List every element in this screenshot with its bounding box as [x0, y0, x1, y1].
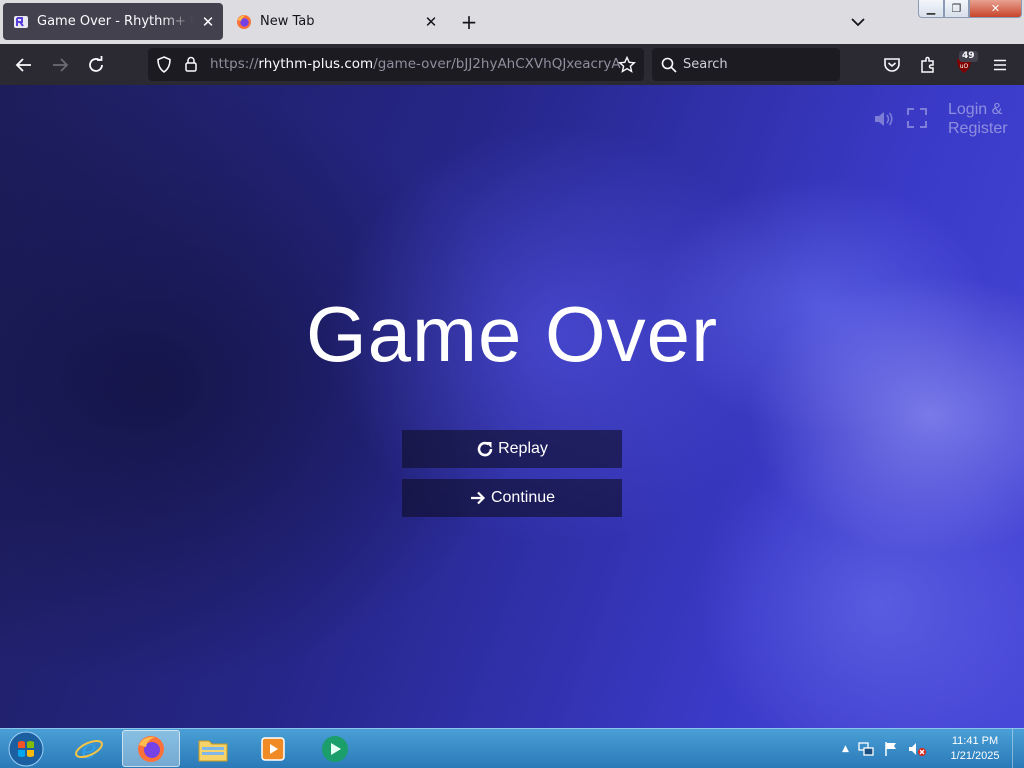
tab-game-over[interactable]: Game Over - Rhythm+ Music Game ✕ — [3, 3, 223, 40]
back-button[interactable] — [11, 52, 37, 78]
page-controls — [872, 107, 928, 131]
pocket-button[interactable] — [879, 52, 905, 78]
hamburger-menu-icon — [994, 59, 1006, 71]
taskbar-media-center[interactable] — [306, 730, 364, 767]
lock-icon[interactable] — [184, 56, 198, 72]
close-tab-icon[interactable]: ✕ — [199, 13, 217, 31]
windows-media-center-icon — [322, 735, 348, 762]
close-tab-icon[interactable]: ✕ — [422, 13, 440, 31]
taskbar-clock[interactable]: 11:41 PM 1/21/2025 — [940, 734, 1010, 764]
register-text: Register — [948, 120, 1008, 137]
url-text[interactable]: https://rhythm-plus.com/game-over/bJJ2hy… — [210, 56, 621, 72]
tab-title: Game Over - Rhythm+ Music Game — [37, 14, 193, 29]
taskbar: e ▲ 11:41 PM 1/21/2025 — [0, 728, 1024, 768]
fullscreen-icon[interactable] — [906, 107, 928, 129]
login-register-link[interactable]: Login & Register — [948, 100, 1008, 138]
svg-text:uO: uO — [960, 63, 969, 70]
windows-start-icon[interactable] — [6, 730, 46, 768]
continue-button[interactable]: Continue — [402, 479, 622, 517]
bookmark-star-icon[interactable] — [618, 56, 636, 74]
menu-button[interactable] — [987, 52, 1013, 78]
internet-explorer-icon: e — [75, 735, 103, 764]
tab-title: New Tab — [260, 14, 315, 29]
firefox-icon — [138, 735, 164, 762]
maximize-button[interactable]: ❐ — [944, 0, 969, 18]
action-center-flag-icon[interactable] — [883, 740, 899, 758]
folder-icon — [198, 740, 228, 761]
minimize-button[interactable]: ▁ — [918, 0, 944, 18]
network-icon[interactable] — [857, 740, 875, 758]
replay-label: Replay — [498, 440, 548, 457]
tab-strip: Game Over - Rhythm+ Music Game ✕ New Tab… — [0, 0, 1024, 44]
svg-text:e: e — [81, 735, 96, 764]
volume-muted-icon[interactable] — [907, 740, 927, 758]
rhythm-plus-favicon-icon — [14, 15, 28, 28]
replay-button[interactable]: Replay — [402, 430, 622, 468]
search-bar[interactable]: Search — [652, 48, 840, 81]
arrow-right-icon — [53, 58, 69, 72]
continue-label: Continue — [490, 489, 556, 506]
show-hidden-icons-icon[interactable]: ▲ — [842, 744, 849, 754]
firefox-icon — [237, 14, 251, 29]
system-tray: ▲ — [842, 729, 927, 768]
media-player-icon — [261, 736, 285, 761]
page-title: Game Over — [305, 290, 719, 378]
tab-new-tab[interactable]: New Tab ✕ — [226, 3, 446, 40]
nav-bar: https://rhythm-plus.com/game-over/bJJ2hy… — [0, 44, 1024, 85]
taskbar-file-explorer[interactable] — [184, 730, 242, 767]
game-over-page: Login & Register Game Over Replay Contin… — [0, 85, 1024, 728]
pocket-icon — [884, 58, 900, 72]
volume-icon[interactable] — [872, 107, 896, 131]
url-bar[interactable]: https://rhythm-plus.com/game-over/bJJ2hy… — [148, 48, 644, 81]
url-scheme: https:// — [210, 56, 259, 72]
show-desktop-button[interactable] — [1012, 729, 1024, 768]
taskbar-firefox[interactable] — [122, 730, 180, 767]
clock-date: 1/21/2025 — [950, 750, 1000, 762]
search-placeholder: Search — [683, 57, 728, 72]
close-window-button[interactable]: ✕ — [969, 0, 1022, 18]
chevron-down-icon[interactable] — [848, 12, 868, 32]
forward-button[interactable] — [47, 52, 73, 78]
reload-icon — [89, 56, 103, 72]
url-path: /game-over/bJJ2hyAhCXVhQJxeacryA — [373, 56, 621, 72]
arrow-right-icon — [470, 491, 486, 505]
clock-time: 11:41 PM — [951, 735, 999, 747]
redo-icon — [477, 441, 493, 457]
reload-button[interactable] — [83, 52, 109, 78]
extension-count-badge: 49 — [959, 51, 978, 62]
search-icon — [661, 57, 677, 73]
puzzle-icon — [921, 56, 934, 73]
taskbar-internet-explorer[interactable]: e — [60, 730, 118, 767]
taskbar-media-player[interactable] — [244, 730, 302, 767]
url-host: rhythm-plus.com — [258, 56, 374, 72]
login-text: Login & — [948, 101, 1003, 118]
window-controls: ▁ ❐ ✕ — [918, 0, 1022, 19]
new-tab-button[interactable]: + — [458, 11, 480, 33]
shield-icon[interactable] — [156, 56, 172, 73]
arrow-left-icon — [15, 58, 31, 72]
extensions-button[interactable] — [915, 52, 941, 78]
